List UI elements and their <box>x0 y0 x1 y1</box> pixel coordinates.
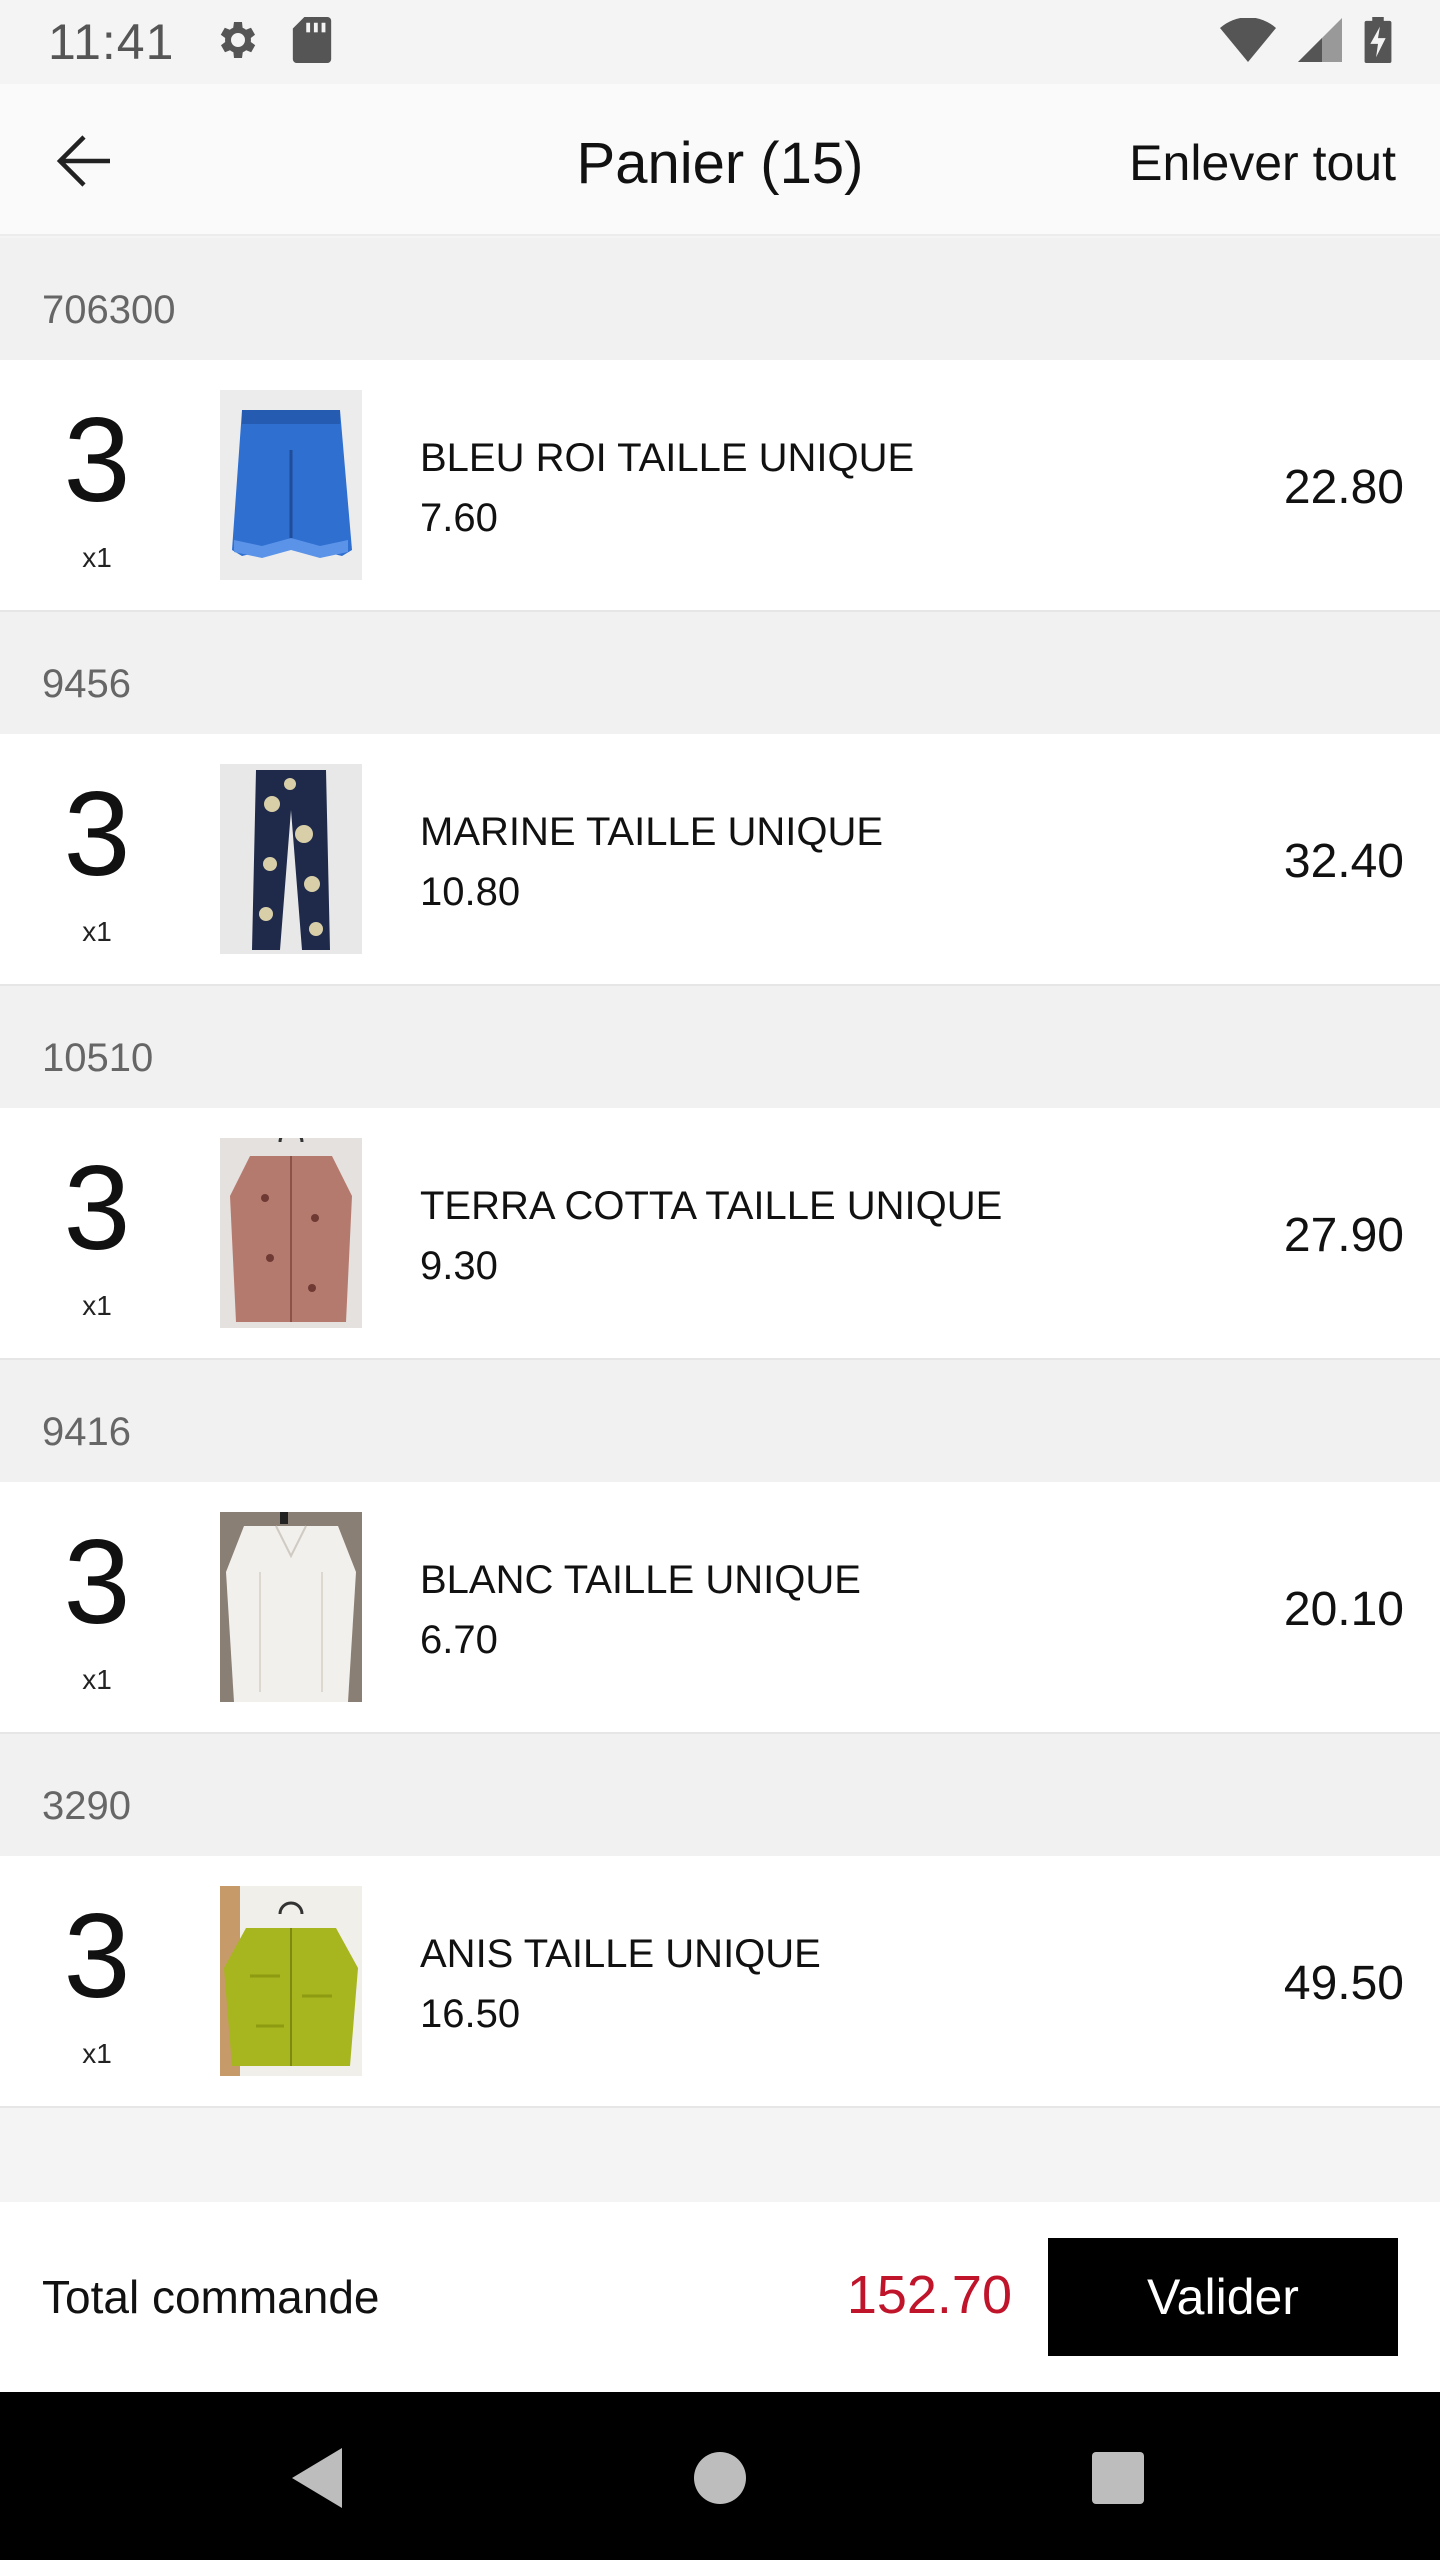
clear-all-button[interactable]: Enlever tout <box>1129 134 1396 192</box>
item-multiplier: x1 <box>82 1664 112 1695</box>
order-total-label: Total commande <box>42 2271 380 2323</box>
wifi-icon <box>1220 16 1276 67</box>
validate-button[interactable]: Valider <box>1048 2238 1398 2356</box>
item-name: BLEU ROI TAILLE UNIQUE <box>420 436 915 480</box>
cart-item-row[interactable]: 3 x1 TERRA COTTA TAILLE UNIQUE 9.30 27.9… <box>0 1108 1440 1360</box>
item-multiplier: x1 <box>82 542 112 573</box>
item-name: ANIS TAILLE UNIQUE <box>420 1932 821 1976</box>
item-name: BLANC TAILLE UNIQUE <box>420 1558 861 1602</box>
status-bar: 11:41 <box>0 0 1440 84</box>
item-quantity: 3 <box>63 393 131 527</box>
arrow-left-icon <box>56 135 110 187</box>
order-footer: Total commande 152.70 Valider <box>0 2202 1440 2392</box>
item-multiplier: x1 <box>82 916 112 947</box>
item-quantity: 3 <box>63 1889 131 2023</box>
product-thumbnail <box>220 390 362 580</box>
nav-home-button[interactable] <box>680 2438 760 2518</box>
back-triangle-icon <box>292 2448 342 2508</box>
app-header: Panier (15) Enlever tout <box>0 84 1440 236</box>
back-button[interactable] <box>50 126 120 196</box>
product-thumbnail <box>220 1886 362 2076</box>
status-time: 11:41 <box>48 14 175 70</box>
recents-square-icon <box>1092 2452 1144 2504</box>
cart-item-row[interactable]: 3 x1 ANIS TAILLE UNIQUE 16.50 49.50 <box>0 1856 1440 2108</box>
item-unit-price: 6.70 <box>420 1618 498 1662</box>
system-nav-bar <box>0 2392 1440 2560</box>
item-unit-price: 16.50 <box>420 1992 521 2036</box>
item-line-total: 27.90 <box>1283 1209 1404 1262</box>
gear-icon <box>214 16 262 69</box>
group-ref-header: 10510 <box>0 986 1440 1108</box>
cart-item-row[interactable]: 3 x1 BLEU ROI TAILLE UNIQUE 7.60 22.80 <box>0 360 1440 612</box>
cart-item-row[interactable]: 3 x1 MARINE TAILLE UNIQUE 10.80 32.40 <box>0 734 1440 986</box>
order-total-value: 152.70 <box>846 2265 1012 2325</box>
battery-charging-icon <box>1364 16 1392 68</box>
home-circle-icon <box>694 2452 746 2504</box>
item-quantity: 3 <box>63 1515 131 1649</box>
item-name: TERRA COTTA TAILLE UNIQUE <box>420 1184 1003 1228</box>
product-thumbnail <box>220 1138 362 1328</box>
item-unit-price: 7.60 <box>420 496 498 540</box>
cart-list: 706300 3 x1 BLEU ROI TAILLE UNIQUE 7.60 … <box>0 238 1440 2108</box>
nav-back-button[interactable] <box>280 2438 360 2518</box>
cell-signal-icon <box>1298 17 1342 67</box>
item-line-total: 49.50 <box>1283 1957 1404 2010</box>
item-quantity: 3 <box>63 1141 131 1275</box>
item-line-total: 32.40 <box>1283 835 1404 888</box>
item-line-total: 22.80 <box>1283 461 1404 514</box>
item-unit-price: 10.80 <box>420 870 521 914</box>
item-line-total: 20.10 <box>1283 1583 1404 1636</box>
group-ref-header: 9456 <box>0 612 1440 734</box>
item-name: MARINE TAILLE UNIQUE <box>420 810 884 854</box>
nav-recents-button[interactable] <box>1078 2438 1158 2518</box>
item-multiplier: x1 <box>82 2038 112 2069</box>
cart-item-row[interactable]: 3 x1 BLANC TAILLE UNIQUE 6.70 20.10 <box>0 1482 1440 1734</box>
group-ref-header: 3290 <box>0 1734 1440 1856</box>
group-ref-header: 706300 <box>0 238 1440 360</box>
item-unit-price: 9.30 <box>420 1244 498 1288</box>
sd-card-icon <box>292 16 332 68</box>
product-thumbnail <box>220 1512 362 1702</box>
group-ref-header: 9416 <box>0 1360 1440 1482</box>
product-thumbnail <box>220 764 362 954</box>
item-multiplier: x1 <box>82 1290 112 1321</box>
item-quantity: 3 <box>63 767 131 901</box>
